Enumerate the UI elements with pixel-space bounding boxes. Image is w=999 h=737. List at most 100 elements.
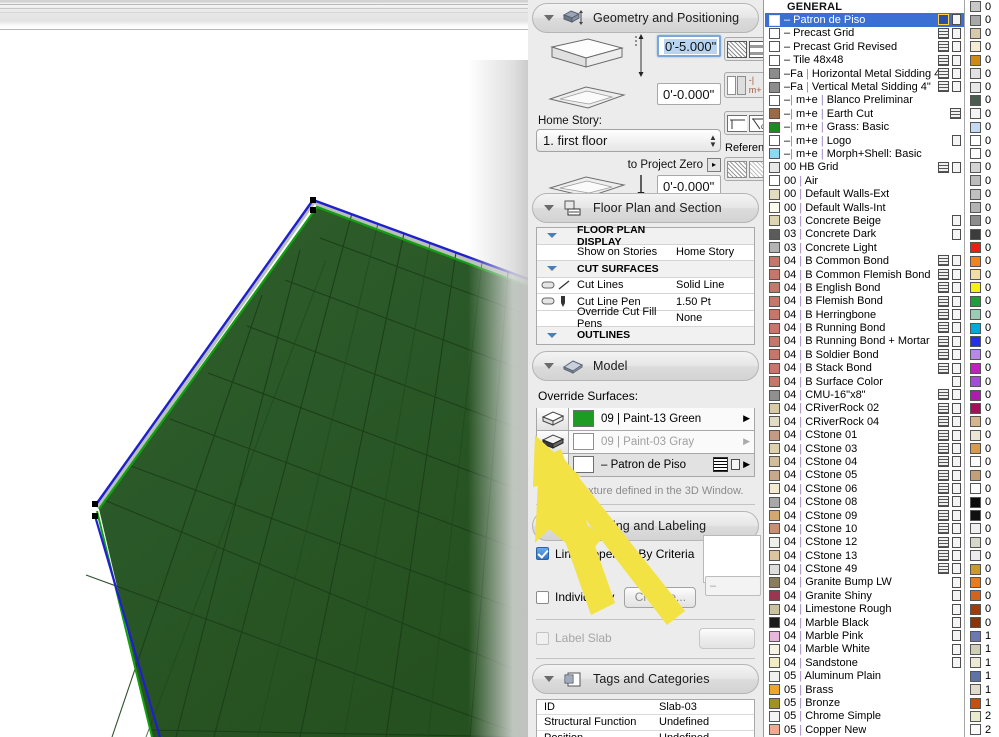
material-list-item[interactable]: 04 | Granite Shiny [765, 589, 964, 602]
attribute-doc-icon[interactable] [952, 402, 961, 414]
attribute-doc-icon[interactable] [952, 576, 961, 588]
material-list-item[interactable]: 05 | Aluminum Plain [765, 670, 964, 683]
material-list-item[interactable]: – Precast Grid Revised [765, 40, 964, 53]
material-list-item[interactable]: 05 | Chrome Simple [765, 710, 964, 723]
label-slab-checkbox[interactable] [536, 631, 549, 645]
attribute-doc-icon[interactable] [952, 161, 961, 173]
texture-grid-icon[interactable] [938, 469, 949, 481]
surface-popup-arrow-icon[interactable]: ▶ [743, 459, 750, 470]
material-list-item[interactable]: 04 | CStone 05 [765, 469, 964, 482]
attribute-doc-icon[interactable] [952, 349, 961, 361]
material-list-item[interactable]: 04 | CRiverRock 02 [765, 402, 964, 415]
material-list-item[interactable]: – Precast Grid [765, 27, 964, 40]
material-list-item[interactable]: 04 | CStone 10 [765, 522, 964, 535]
slanted-edge-icon[interactable] [736, 75, 746, 95]
material-list-item[interactable]: 04 | Sandstone [765, 656, 964, 669]
link-properties-checkbox[interactable] [536, 547, 549, 560]
material-list-item[interactable]: 04 | B Running Bond [765, 321, 964, 334]
material-list-item[interactable]: 04 | Granite Bump LW [765, 576, 964, 589]
project-zero-popup-icon[interactable]: ▸ [707, 158, 721, 172]
texture-grid-icon[interactable] [938, 308, 949, 320]
material-list-item[interactable]: 0 [966, 147, 999, 160]
material-list-item[interactable]: 0 [966, 549, 999, 562]
element-settings-panel[interactable]: Geometry and Positioning 0'-5.000" 0'-0.… [528, 0, 764, 737]
material-list-item[interactable]: 0 [966, 295, 999, 308]
texture-grid-icon[interactable] [938, 456, 949, 468]
surface-popup-arrow-icon[interactable]: ▶ [743, 436, 750, 447]
attribute-doc-icon[interactable] [952, 375, 961, 387]
material-list-item[interactable]: 04 | B Surface Color [765, 375, 964, 388]
surface-attribute-list[interactable]: GENERAL – Patron de Piso – Precast Grid – … [765, 0, 965, 737]
material-list-item[interactable]: 04 | CStone 09 [765, 509, 964, 522]
surface-attribute-list-secondary[interactable]: 0000000000000000000000000000000000000000… [966, 0, 999, 737]
texture-grid-icon[interactable] [938, 362, 949, 374]
material-list-item[interactable]: 04 | B Common Bond [765, 254, 964, 267]
texture-grid-icon[interactable] [938, 335, 949, 347]
material-list-item[interactable]: 04 | CStone 49 [765, 562, 964, 575]
material-list-item[interactable]: 04 | B Running Bond + Mortar [765, 335, 964, 348]
material-list-item[interactable]: 0 [966, 589, 999, 602]
angled-edge-icon[interactable]: α [749, 114, 764, 132]
material-list-item[interactable]: 0 [966, 121, 999, 134]
attribute-doc-icon[interactable] [952, 657, 961, 669]
material-list-item[interactable]: 00 | Default Walls-Int [765, 201, 964, 214]
material-list-item[interactable]: 0 [966, 80, 999, 93]
surface-color-swatch[interactable] [573, 456, 594, 473]
surface-color-swatch[interactable] [573, 433, 594, 450]
material-list-item[interactable]: 0 [966, 201, 999, 214]
table-row-group[interactable]: OUTLINES [537, 327, 754, 344]
perpendicular-edge-icon[interactable] [727, 114, 747, 132]
texture-grid-icon[interactable] [938, 496, 949, 508]
material-list-item[interactable]: 1 [966, 629, 999, 642]
texture-grid-icon[interactable] [938, 54, 949, 66]
viewport-toolbar[interactable] [0, 0, 528, 30]
material-list-item[interactable]: 0 [966, 321, 999, 334]
texture-grid-icon[interactable] [938, 550, 949, 562]
attribute-doc-icon[interactable] [952, 255, 961, 267]
attribute-doc-icon[interactable] [952, 483, 961, 495]
table-row-show-on-stories[interactable]: Show on Stories Home Story [537, 245, 754, 261]
choose-value-field[interactable]: – [705, 576, 761, 596]
material-list-item[interactable]: 04 | Marble Black [765, 616, 964, 629]
material-list-item[interactable]: 0 [966, 13, 999, 26]
material-list-item[interactable]: 0 [966, 134, 999, 147]
material-list-item[interactable]: 0 [966, 562, 999, 575]
texture-grid-icon[interactable] [938, 27, 949, 39]
material-list-item[interactable]: 04 | B Soldier Bond [765, 348, 964, 361]
side-surface-icon[interactable] [537, 453, 569, 476]
table-row-id[interactable]: ID Slab-03 [537, 700, 754, 715]
material-list-item[interactable]: 1 [966, 643, 999, 656]
material-list-item[interactable]: – Patron de Piso [765, 13, 964, 27]
table-row-group[interactable]: FLOOR PLAN DISPLAY [537, 224, 754, 248]
material-list-item[interactable]: 0 [966, 616, 999, 629]
texture-grid-icon[interactable] [938, 41, 949, 53]
attribute-doc-icon[interactable] [952, 134, 961, 146]
texture-grid-icon[interactable] [938, 389, 949, 401]
texture-grid-icon[interactable] [938, 268, 949, 280]
material-list-item[interactable]: 1 [966, 670, 999, 683]
material-list-item[interactable]: 0 [966, 281, 999, 294]
attribute-doc-icon[interactable] [952, 295, 961, 307]
material-list-item[interactable]: 2 [966, 723, 999, 736]
attribute-doc-icon[interactable] [952, 563, 961, 575]
table-row-group[interactable]: CUT SURFACES [537, 261, 754, 278]
material-list-item[interactable]: –Fa | Vertical Metal Sidding 4" [765, 80, 964, 93]
material-list-item[interactable]: –| m+e | Grass: Basic [765, 121, 964, 134]
material-list-item[interactable]: 04 | B Common Flemish Bond [765, 268, 964, 281]
material-list-item[interactable]: 04 | CStone 01 [765, 429, 964, 442]
texture-grid-icon[interactable] [938, 295, 949, 307]
texture-grid-icon[interactable] [938, 536, 949, 548]
material-list-item[interactable]: 0 [966, 576, 999, 589]
table-row-override-cut-fill-pens[interactable]: Override Cut Fill Pens None [537, 306, 754, 330]
section-header-geometry[interactable]: Geometry and Positioning [532, 3, 759, 33]
home-story-dropdown[interactable]: 1. first floor ▲ ▼ [536, 129, 721, 152]
material-list-item[interactable]: 03 | Concrete Beige [765, 214, 964, 227]
material-list-item[interactable]: 0 [966, 469, 999, 482]
attribute-doc-icon[interactable] [952, 456, 961, 468]
attribute-doc-icon[interactable] [952, 523, 961, 535]
material-list-item[interactable]: 0 [966, 348, 999, 361]
material-list-item[interactable]: 04 | CStone 03 [765, 442, 964, 455]
material-list-item[interactable]: 1 [966, 683, 999, 696]
attribute-doc-icon[interactable] [952, 282, 961, 294]
material-list-item[interactable]: 0 [966, 375, 999, 388]
